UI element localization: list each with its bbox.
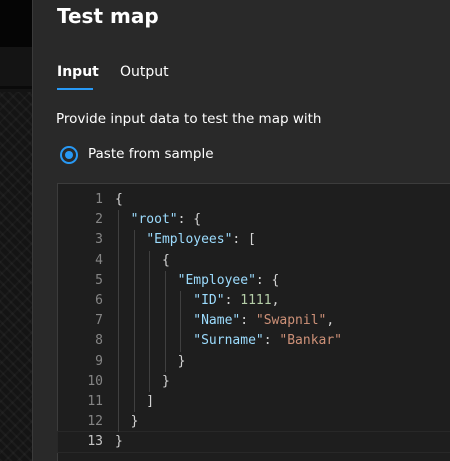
line-number: 2	[95, 212, 103, 228]
code-line[interactable]: 5 "Employee": {	[58, 271, 450, 291]
code-text: "ID": 1111,	[115, 291, 279, 311]
code-text: "Name": "Swapnil",	[115, 311, 334, 331]
code-token: {	[115, 252, 170, 268]
indent-guide	[133, 230, 135, 413]
code-token: "ID"	[193, 293, 225, 308]
dimmed-header	[0, 0, 32, 47]
tab-output[interactable]: Output	[120, 64, 169, 80]
code-editor[interactable]: 1{2 "root": {3 "Employees": [4 {5 "Emplo…	[57, 183, 450, 461]
tab-input[interactable]: Input	[57, 64, 99, 80]
code-line[interactable]: 4 {	[58, 251, 450, 271]
indent-guide	[180, 291, 182, 352]
code-text: "Employee": {	[115, 271, 280, 291]
code-text: "root": {	[115, 210, 201, 230]
code-token: :	[224, 293, 241, 308]
code-token: }	[115, 353, 186, 369]
code-text: "Employees": [	[115, 230, 256, 250]
code-text: }	[115, 372, 170, 392]
input-description: Provide input data to test the map with	[56, 111, 322, 127]
code-text: }	[115, 432, 123, 452]
code-line[interactable]: 13}	[57, 431, 450, 454]
radio-checked-dot	[65, 151, 73, 159]
code-token: {	[115, 192, 123, 207]
dimmed-divider	[0, 86, 32, 89]
code-text: {	[115, 251, 170, 271]
indent-guide	[118, 210, 119, 433]
code-token: }	[115, 373, 170, 389]
code-token: : {	[255, 272, 280, 288]
line-number: 7	[95, 313, 103, 329]
code-token: ,	[326, 313, 335, 329]
line-number: 5	[95, 272, 103, 288]
selected-tab-indicator	[57, 88, 93, 90]
code-token: : {	[177, 212, 202, 228]
line-number: 4	[95, 252, 103, 268]
line-number: 13	[87, 434, 103, 450]
code-token: "Surname"	[193, 333, 264, 349]
line-number: 3	[95, 232, 103, 248]
indent-guide	[149, 250, 151, 392]
code-token: "root"	[130, 212, 178, 228]
line-number: 6	[95, 293, 103, 308]
test-map-panel: Test map Input Output Provide input data…	[32, 0, 450, 461]
dimmed-canvas	[0, 92, 32, 461]
code-token: "Bankar"	[279, 333, 343, 349]
code-token: "Swapnil"	[255, 313, 327, 329]
line-number: 12	[87, 414, 103, 430]
line-number: 10	[87, 373, 103, 389]
code-line[interactable]: 1{	[58, 190, 450, 210]
indent-guide	[164, 270, 166, 372]
code-line[interactable]: 11 ]	[58, 392, 450, 412]
test-map-screen: Test map Input Output Provide input data…	[0, 0, 450, 461]
line-number: 11	[87, 394, 103, 409]
line-number: 1	[95, 192, 103, 207]
code-token: "Name"	[193, 313, 241, 329]
line-number: 8	[95, 333, 103, 349]
code-token: "Employee"	[177, 272, 256, 288]
code-token: 1111	[240, 293, 272, 308]
code-token: }	[115, 434, 123, 450]
code-line[interactable]: 7 "Name": "Swapnil",	[58, 311, 450, 331]
radio-button[interactable]	[60, 146, 78, 164]
code-line[interactable]: 6 "ID": 1111,	[58, 291, 450, 311]
panel-title: Test map	[57, 4, 159, 28]
code-line[interactable]: 3 "Employees": [	[58, 230, 450, 250]
code-line[interactable]: 9 }	[58, 352, 450, 372]
code-token: "Employees"	[146, 232, 233, 248]
code-line[interactable]: 12 }	[58, 412, 450, 432]
code-token: : [	[232, 232, 256, 248]
radio-label: Paste from sample	[88, 146, 214, 162]
panel-edge	[32, 0, 33, 461]
code-text: }	[115, 352, 186, 372]
code-token: :	[240, 313, 256, 329]
code-line[interactable]: 8 "Surname": "Bankar"	[58, 331, 450, 351]
line-number: 9	[95, 353, 103, 369]
code-token: :	[263, 333, 280, 349]
code-token: ,	[271, 293, 280, 308]
code-text: {	[115, 190, 123, 210]
code-line[interactable]: 2 "root": {	[58, 210, 450, 230]
code-line[interactable]: 10 }	[58, 372, 450, 392]
